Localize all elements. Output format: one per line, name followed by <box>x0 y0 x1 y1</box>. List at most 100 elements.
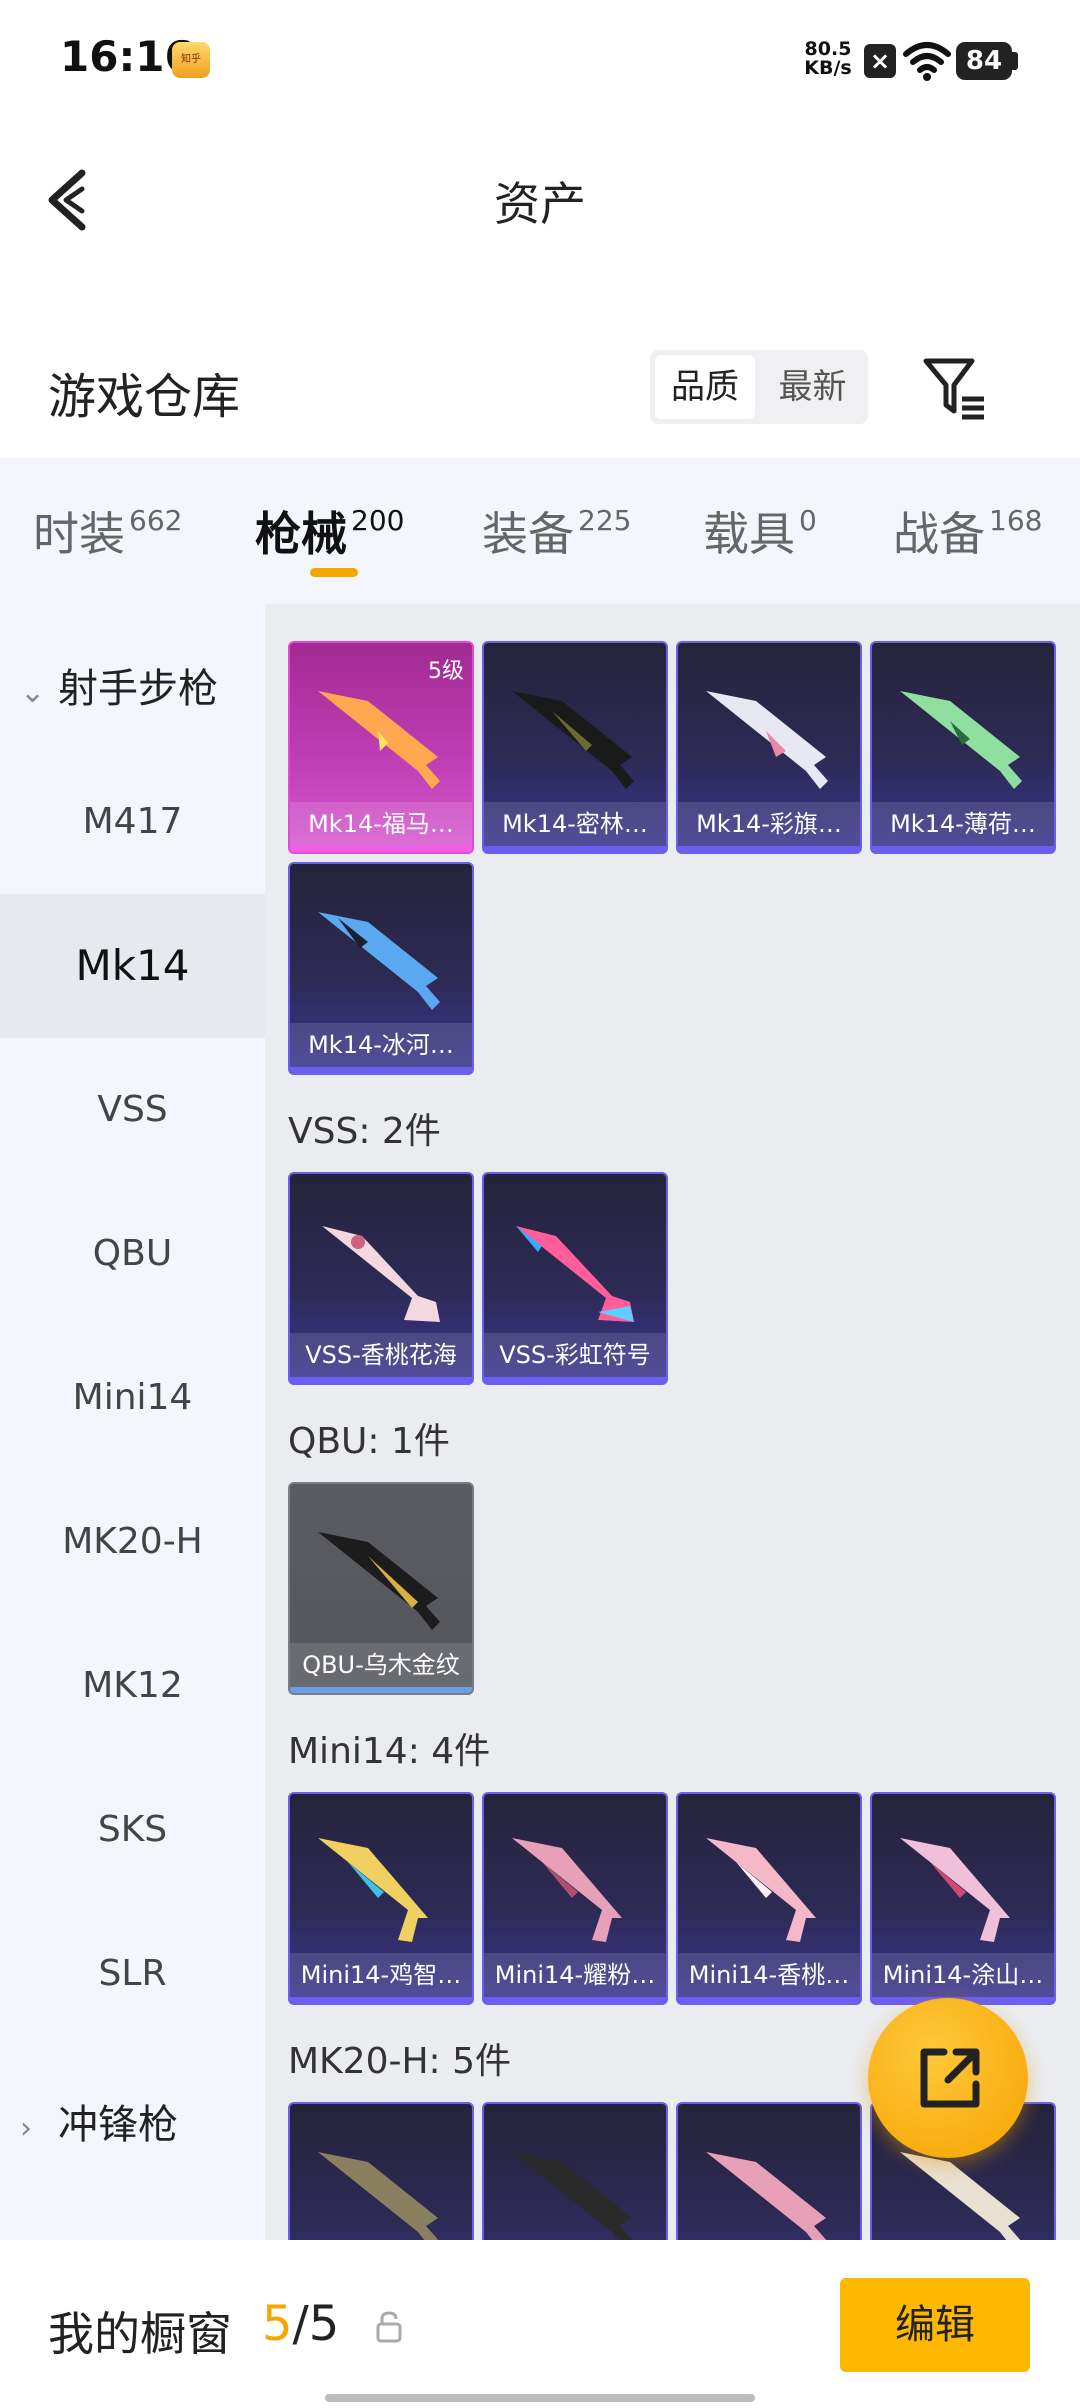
sidebar-item-qbu[interactable]: QBU <box>0 1182 265 1326</box>
rifle-icon <box>318 912 440 1010</box>
tab-supplies[interactable]: 战备 168 <box>893 498 1042 564</box>
rifle-icon <box>322 1226 440 1322</box>
rifle-icon <box>516 1226 634 1322</box>
weapon-card[interactable] <box>676 2102 862 2240</box>
share-icon <box>920 2048 980 2108</box>
weapon-card[interactable]: Mini14-涂山… <box>870 1792 1056 2005</box>
chevron-right-icon: › <box>20 2111 32 2146</box>
weapon-name: Mk14-密林… <box>484 802 666 846</box>
showcase-label: 我的橱窗 <box>48 2307 232 2361</box>
weapon-card[interactable]: Mk14-彩旗… <box>676 641 862 854</box>
tab-vehicles[interactable]: 载具 0 <box>703 498 817 564</box>
sort-by-latest[interactable]: 最新 <box>760 355 865 419</box>
home-indicator <box>325 2394 755 2402</box>
weapon-name: VSS-香桃花海 <box>290 1333 472 1377</box>
tab-count: 662 <box>129 504 183 537</box>
showcase-count: 5/5 <box>262 2296 339 2352</box>
rifle-icon <box>512 2152 633 2240</box>
weapon-card[interactable]: Mini14-香桃… <box>676 1792 862 2005</box>
weapon-name: Mk14-薄荷… <box>872 802 1054 846</box>
tab-count: 225 <box>578 504 632 537</box>
weapon-grid: 5级 Mk14-福马… Mk14-密林… Mk14-彩旗… Mk14-薄荷… M… <box>265 604 1080 2240</box>
weapon-card[interactable] <box>288 2102 474 2240</box>
rifle-icon <box>706 691 828 789</box>
active-tab-indicator <box>310 568 358 577</box>
sidebar-item-sks[interactable]: SKS <box>0 1758 265 1902</box>
weapon-card[interactable]: VSS-香桃花海 <box>288 1172 474 1385</box>
section-title-qbu: QBU: 1件 <box>288 1421 450 1462</box>
sidebar-item-mini14[interactable]: Mini14 <box>0 1326 265 1470</box>
battery-icon <box>1012 52 1018 70</box>
tab-count: 200 <box>351 504 405 537</box>
weapon-card[interactable]: QBU-乌木金纹 <box>288 1482 474 1695</box>
rifle-icon <box>512 691 634 789</box>
tab-label: 枪械 <box>255 507 347 561</box>
weapon-name: Mini14-鸡智… <box>290 1953 472 1997</box>
category-label: 冲锋枪 <box>58 2102 178 2148</box>
sort-by-quality[interactable]: 品质 <box>655 355 755 419</box>
sidebar-item-slr[interactable]: SLR <box>0 1902 265 2046</box>
rifle-icon <box>318 2152 439 2240</box>
sim-off-icon: × <box>864 44 896 78</box>
tab-count: 0 <box>799 504 817 537</box>
weapon-name: Mk14-冰河… <box>290 1023 472 1067</box>
edit-button[interactable]: 编辑 <box>840 2278 1030 2372</box>
weapon-sidebar: ⌄ 射手步枪 M417 Mk14 VSS QBU Mini14 MK20-H MK… <box>0 604 265 2240</box>
tab-firearms[interactable]: 枪械 200 <box>255 498 404 564</box>
weapon-name: Mk14-彩旗… <box>678 802 860 846</box>
weapon-card[interactable]: 5级 Mk14-福马… <box>288 641 474 854</box>
sidebar-item-mk20h[interactable]: MK20-H <box>0 1470 265 1614</box>
share-button[interactable] <box>868 1998 1028 2158</box>
weapon-card[interactable] <box>482 2102 668 2240</box>
weapon-card[interactable]: Mk14-薄荷… <box>870 641 1056 854</box>
rifle-icon <box>900 1838 1010 1942</box>
page-title: 资产 <box>494 177 586 231</box>
app-notification-icon: 知乎 <box>172 42 210 78</box>
rifle-icon <box>318 1838 428 1942</box>
weapon-card[interactable]: VSS-彩虹符号 <box>482 1172 668 1385</box>
chevron-down-icon: ⌄ <box>20 675 46 710</box>
weapon-name: Mini14-涂山… <box>872 1953 1054 1997</box>
showcase-total: /5 <box>292 2296 340 2352</box>
section-title-mk20h: MK20-H: 5件 <box>288 2041 512 2082</box>
sidebar-category-smg[interactable]: › 冲锋枪 <box>20 2092 178 2150</box>
rifle-icon <box>318 691 440 789</box>
rifle-icon <box>512 1838 622 1942</box>
tab-equipment[interactable]: 装备 225 <box>482 498 631 564</box>
weapon-name: Mini14-香桃… <box>678 1953 860 1997</box>
tab-label: 战备 <box>893 507 985 561</box>
tab-fashion[interactable]: 时装 662 <box>33 498 182 564</box>
sidebar-item-m417[interactable]: M417 <box>0 750 265 894</box>
sidebar-item-mk12[interactable]: MK12 <box>0 1614 265 1758</box>
rifle-icon <box>900 691 1022 789</box>
tab-label: 装备 <box>482 507 574 561</box>
weapon-card[interactable]: Mini14-鸡智… <box>288 1792 474 2005</box>
sidebar-item-mk14[interactable]: Mk14 <box>0 894 265 1038</box>
sidebar-category-marksman[interactable]: ⌄ 射手步枪 <box>20 656 218 714</box>
battery-level: 84 <box>956 42 1012 80</box>
tab-count: 168 <box>989 504 1043 537</box>
showcase-current: 5 <box>262 2296 293 2352</box>
warehouse-title: 游戏仓库 <box>48 369 241 425</box>
weapon-name: VSS-彩虹符号 <box>484 1333 666 1377</box>
network-speed-unit: KB/s <box>804 57 852 79</box>
rifle-icon <box>706 2152 827 2240</box>
weapon-name: Mk14-福马… <box>290 802 472 846</box>
section-title-vss: VSS: 2件 <box>288 1111 441 1152</box>
filter-icon[interactable] <box>920 355 990 421</box>
tab-label: 载具 <box>703 507 795 561</box>
rifle-icon <box>706 1838 816 1942</box>
network-speed: 80.5 KB/s <box>800 40 856 78</box>
tab-label: 时装 <box>33 507 125 561</box>
category-label: 射手步枪 <box>58 666 218 712</box>
wifi-icon <box>903 42 951 81</box>
weapon-card[interactable]: Mini14-耀粉… <box>482 1792 668 2005</box>
lock-icon <box>376 2311 402 2343</box>
rifle-icon <box>318 1532 440 1630</box>
section-title-mini14: Mini14: 4件 <box>288 1731 491 1772</box>
weapon-card[interactable]: Mk14-冰河… <box>288 862 474 1075</box>
weapon-name: QBU-乌木金纹 <box>290 1643 472 1687</box>
weapon-card[interactable]: Mk14-密林… <box>482 641 668 854</box>
sidebar-item-vss[interactable]: VSS <box>0 1038 265 1182</box>
weapon-name: Mini14-耀粉… <box>484 1953 666 1997</box>
